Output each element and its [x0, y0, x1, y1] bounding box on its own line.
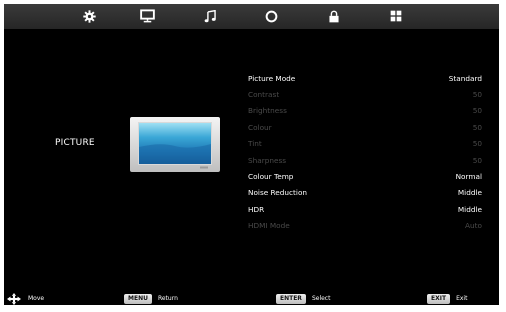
hint-select-label: Select: [311, 295, 331, 302]
gear-icon: [82, 9, 96, 23]
tv-screen-illustration: [130, 117, 220, 172]
setting-value: Middle: [457, 204, 482, 214]
menu-tab-bar: [4, 4, 499, 29]
tab-time[interactable]: [261, 7, 281, 25]
setting-value: 50: [472, 90, 482, 100]
clock-icon: [265, 10, 277, 22]
setting-row[interactable]: Noise Reduction Middle: [248, 185, 482, 201]
tab-lock[interactable]: [324, 7, 344, 25]
setting-row[interactable]: HDR Middle: [248, 201, 482, 217]
hint-move-label: Move: [28, 295, 45, 302]
exit-key[interactable]: EXIT: [427, 293, 451, 304]
music-note-icon: [204, 9, 216, 22]
lock-icon: [329, 10, 339, 22]
setting-value: Normal: [455, 172, 482, 182]
tab-picture[interactable]: [137, 7, 157, 25]
tab-settings[interactable]: [79, 7, 99, 25]
hint-return-label: Return: [157, 295, 178, 302]
setting-value: Middle: [457, 188, 482, 198]
dpad-arrows-icon: [7, 292, 21, 305]
hint-select: ENTER Select: [276, 292, 330, 305]
hint-exit: EXIT Exit: [427, 292, 467, 305]
setting-label: Noise Reduction: [248, 188, 308, 198]
setting-row: Contrast 50: [248, 86, 482, 102]
setting-row: Sharpness 50: [248, 152, 482, 168]
hint-exit-label: Exit: [456, 295, 468, 302]
setting-label: Picture Mode: [248, 73, 296, 83]
picture-settings-list: Picture Mode Standard Contrast 50 Brightness…: [248, 70, 482, 234]
key-hint-bar: Move MENU Return ENTER Select EXIT Exit: [4, 292, 499, 305]
setting-label: Tint: [248, 139, 262, 149]
monitor-icon: [139, 9, 155, 23]
setting-row: Tint 50: [248, 136, 482, 152]
setting-value: 50: [472, 155, 482, 165]
menu-key[interactable]: MENU: [124, 293, 152, 304]
setting-label: HDMI Mode: [248, 221, 290, 231]
tab-setup[interactable]: [386, 7, 406, 25]
setting-label: Brightness: [248, 106, 287, 116]
hint-return: MENU Return: [124, 292, 178, 305]
setting-label: Colour: [248, 122, 272, 132]
enter-key[interactable]: ENTER: [276, 293, 306, 304]
setting-value: Standard: [448, 73, 482, 83]
category-title: PICTURE: [55, 138, 95, 148]
setting-label: HDR: [248, 204, 265, 214]
setting-row[interactable]: Colour Temp Normal: [248, 168, 482, 184]
hint-move: Move: [7, 292, 44, 305]
grid-icon: [390, 10, 402, 22]
setting-value: Auto: [465, 221, 482, 231]
setting-label: Colour Temp: [248, 172, 294, 182]
setting-value: 50: [472, 139, 482, 149]
setting-value: 50: [472, 106, 482, 116]
tv-menu-screen: PICTURE Picture Mode Standard Contrast 50 Br…: [4, 4, 499, 305]
setting-row: HDMI Mode Auto: [248, 218, 482, 234]
setting-row: Brightness 50: [248, 103, 482, 119]
setting-row[interactable]: Picture Mode Standard: [248, 70, 482, 86]
setting-value: 50: [472, 122, 482, 132]
setting-label: Sharpness: [248, 155, 287, 165]
setting-row: Colour 50: [248, 119, 482, 135]
setting-label: Contrast: [248, 90, 280, 100]
tab-sound[interactable]: [200, 7, 220, 25]
